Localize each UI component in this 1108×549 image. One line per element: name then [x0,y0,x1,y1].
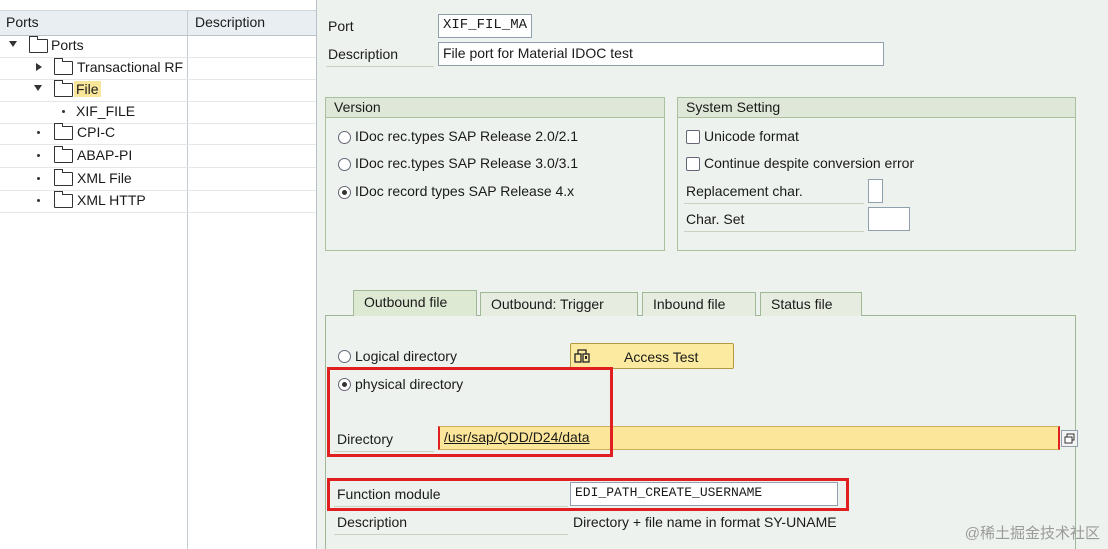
folder-icon [54,191,73,208]
access-test-icon [574,349,590,363]
tab-outbound-trigger[interactable]: Outbound: Trigger [480,292,638,316]
description-field[interactable]: File port for Material IDOC test [438,42,884,66]
continue-conversion-label: Continue despite conversion error [704,155,915,171]
open-folder-icon [29,36,48,53]
tree-node-label: Transactional RF [77,59,184,75]
multiple-windows-icon [1064,433,1075,444]
tree-node-label: Ports [51,37,84,53]
version-radio-3x[interactable] [338,158,351,171]
bullet-icon [37,154,40,157]
tree-node-ports[interactable]: Ports [0,35,316,58]
tree-header-ports[interactable]: Ports [6,14,39,30]
bullet-icon [37,199,40,202]
unicode-label: Unicode format [704,128,799,144]
tab-status-file[interactable]: Status file [760,292,862,316]
physical-directory-highlight-box [327,367,613,457]
tree-node-label: XML File [77,170,132,186]
fm-description-value: Directory + file name in format SY-UNAME [573,514,837,530]
version-option-3x-label: IDoc rec.types SAP Release 3.0/3.1 [355,155,579,171]
tree-node-xif-file[interactable]: XIF_FILE [0,101,316,124]
tree-node-xml-file[interactable]: XML File [0,168,316,191]
tree-node-label: XML HTTP [77,192,146,208]
tree-header: Ports Description [0,10,316,36]
folder-icon [54,58,73,75]
description-label: Description [328,46,399,62]
label-underline [326,66,434,67]
folder-icon [54,123,73,140]
tree-node-label: ABAP-PI [77,147,133,163]
continue-conversion-checkbox[interactable] [686,157,700,171]
unicode-checkbox[interactable] [686,130,700,144]
watermark: @稀土掘金技术社区 [964,525,1100,542]
label-underline [684,231,864,232]
tree-node-label: XIF_FILE [76,103,136,119]
logical-directory-radio[interactable] [338,350,351,363]
access-test-button[interactable]: Access Test [570,343,734,369]
tree-node-label: CPI-C [77,124,116,140]
tree-node-xml-http[interactable]: XML HTTP [0,190,316,213]
version-radio-4x[interactable] [338,186,351,199]
version-radio-2x[interactable] [338,131,351,144]
label-underline [684,203,864,204]
folder-icon [54,146,73,163]
version-option-2x-label: IDoc rec.types SAP Release 2.0/2.1 [355,128,579,144]
version-group: Version [325,97,665,251]
bullet-icon [37,131,40,134]
bullet-icon [37,177,40,180]
access-test-label: Access Test [624,349,699,365]
label-underline [334,534,568,535]
logical-directory-label: Logical directory [355,348,457,364]
ports-tree-panel: Ports Description Ports Transactional RF… [0,0,317,549]
replacement-char-field[interactable] [868,179,883,203]
tab-inbound-file[interactable]: Inbound file [642,292,756,316]
version-group-title: Version [326,98,664,118]
fm-description-label: Description [337,514,408,530]
tree-node-file[interactable]: File [0,79,316,102]
port-field[interactable]: XIF_FIL_MA [438,14,532,38]
expanded-triangle-icon[interactable] [9,41,17,47]
charset-field[interactable] [868,207,910,231]
system-setting-group-title: System Setting [678,98,1075,118]
expand-field-button[interactable] [1061,430,1078,447]
tree-node-cpi-c[interactable]: CPI-C [0,122,316,145]
version-option-4x-label: IDoc record types SAP Release 4.x [355,183,575,199]
tree-header-description[interactable]: Description [195,14,265,30]
port-label: Port [328,18,354,34]
expanded-triangle-icon[interactable] [34,85,42,91]
tab-outbound-file[interactable]: Outbound file [353,290,477,316]
folder-icon [54,169,73,186]
open-folder-icon [54,80,73,97]
tree-node-transactional-rfc[interactable]: Transactional RF [0,57,316,80]
tree-node-label: File [74,81,101,97]
collapsed-triangle-icon[interactable] [36,63,42,71]
bullet-icon [62,110,65,113]
tree-node-abap-pi[interactable]: ABAP-PI [0,145,316,168]
function-module-highlight-box [327,478,849,511]
replacement-char-label: Replacement char. [686,183,803,199]
charset-label: Char. Set [686,211,745,227]
